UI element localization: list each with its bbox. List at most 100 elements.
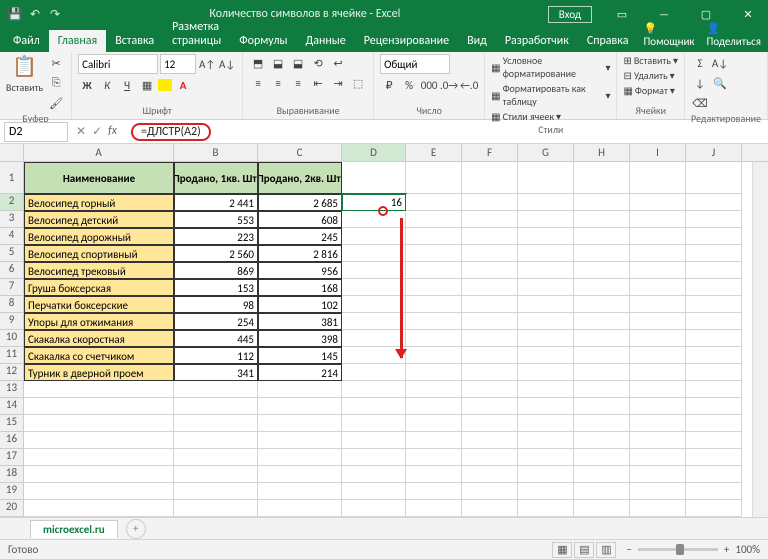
underline-icon[interactable]: Ч: [118, 76, 136, 94]
zoom-level[interactable]: 100%: [735, 543, 760, 556]
save-icon[interactable]: 💾: [8, 7, 22, 21]
window-title: Количество символов в ячейке - Excel: [62, 7, 548, 21]
align-center-icon[interactable]: ≡: [269, 74, 287, 92]
cut-icon[interactable]: ✂: [47, 54, 65, 72]
sort-icon[interactable]: A↓: [711, 54, 729, 72]
accept-formula-icon[interactable]: ✓: [92, 124, 102, 139]
col-header-d[interactable]: D: [342, 144, 406, 161]
currency-icon[interactable]: ₽: [380, 76, 398, 94]
copy-icon[interactable]: ⎘: [47, 74, 65, 92]
tab-home[interactable]: Главная: [49, 30, 106, 52]
fill-color-icon[interactable]: [158, 79, 172, 91]
formula-text: =ДЛСТР(A2): [131, 123, 211, 141]
col-header-i[interactable]: I: [630, 144, 686, 161]
clear-icon[interactable]: ⌫: [691, 94, 709, 112]
font-name-input[interactable]: [78, 54, 158, 74]
increase-decimal-icon[interactable]: .0→: [440, 76, 458, 94]
group-styles: ▦ Условное форматирование ▾ ▦ Форматиров…: [485, 52, 617, 119]
paste-label: Вставить: [6, 81, 43, 94]
login-button[interactable]: Вход: [548, 6, 592, 23]
share-button[interactable]: 👤 Поделиться: [701, 18, 768, 52]
tab-view[interactable]: Вид: [458, 30, 496, 52]
tab-help[interactable]: Справка: [578, 30, 638, 52]
border-icon[interactable]: ▦: [138, 76, 156, 94]
redo-icon[interactable]: ↷: [48, 7, 62, 21]
group-cells: ⊞ Вставить ▾ ⊟ Удалить ▾ ▦ Формат ▾ Ячей…: [617, 52, 685, 119]
format-painter-icon[interactable]: 🖌: [47, 94, 65, 112]
quick-access-toolbar: 💾 ↶ ↷: [0, 7, 62, 21]
formula-bar[interactable]: =ДЛСТР(A2): [127, 122, 768, 142]
col-header-c[interactable]: C: [258, 144, 342, 161]
tellme-button[interactable]: 💡 Помощник: [637, 18, 700, 52]
vertical-scrollbar[interactable]: [752, 162, 768, 517]
group-editing: ΣA↓ ↓🔍 ⌫ Редактирование: [685, 52, 768, 119]
status-bar: Готово ▦ ▤ ▥ − + 100%: [0, 539, 768, 559]
increase-font-icon[interactable]: A↑: [198, 55, 216, 73]
page-layout-view-icon[interactable]: ▤: [574, 542, 594, 558]
normal-view-icon[interactable]: ▦: [552, 542, 572, 558]
align-top-icon[interactable]: ⬒: [249, 54, 267, 72]
percent-icon[interactable]: %: [400, 76, 418, 94]
tab-formulas[interactable]: Формулы: [230, 30, 296, 52]
zoom-in-button[interactable]: +: [724, 543, 729, 556]
decrease-indent-icon[interactable]: ⇤: [309, 74, 327, 92]
col-header-a[interactable]: A: [24, 144, 174, 161]
find-icon[interactable]: 🔍: [711, 74, 729, 92]
insert-cells-button[interactable]: ⊞ Вставить ▾: [623, 54, 678, 67]
ribbon: 📋 Вставить ✂ ⎘ 🖌 Буфер обмена A↑ A↓ Ж К …: [0, 52, 768, 120]
new-sheet-button[interactable]: +: [126, 519, 146, 539]
increase-indent-icon[interactable]: ⇥: [329, 74, 347, 92]
decrease-font-icon[interactable]: A↓: [218, 55, 236, 73]
col-header-f[interactable]: F: [462, 144, 518, 161]
font-color-icon[interactable]: A: [174, 76, 192, 94]
undo-icon[interactable]: ↶: [28, 7, 42, 21]
decrease-decimal-icon[interactable]: ←.0: [460, 76, 478, 94]
col-header-g[interactable]: G: [518, 144, 574, 161]
col-header-e[interactable]: E: [406, 144, 462, 161]
tab-review[interactable]: Рецензирование: [355, 30, 458, 52]
comma-icon[interactable]: 000: [420, 76, 438, 94]
fill-handle-annotation: [378, 206, 388, 216]
orientation-icon[interactable]: ⟲: [309, 54, 327, 72]
align-middle-icon[interactable]: ⬓: [269, 54, 287, 72]
wrap-text-icon[interactable]: ↩: [329, 54, 347, 72]
ribbon-options-icon[interactable]: ▭: [602, 0, 642, 28]
drag-arrow-annotation: [400, 218, 403, 358]
autosum-icon[interactable]: Σ: [691, 54, 709, 72]
group-font: A↑ A↓ Ж К Ч ▦ A Шрифт: [72, 52, 243, 119]
col-header-b[interactable]: B: [174, 144, 258, 161]
cancel-formula-icon[interactable]: ✕: [76, 124, 86, 139]
bold-icon[interactable]: Ж: [78, 76, 96, 94]
select-all-corner[interactable]: [0, 144, 24, 161]
tab-developer[interactable]: Разработчик: [496, 30, 578, 52]
col-header-h[interactable]: H: [574, 144, 630, 161]
page-break-view-icon[interactable]: ▥: [596, 542, 616, 558]
tab-layout[interactable]: Разметка страницы: [163, 16, 230, 52]
paste-icon[interactable]: 📋: [12, 54, 37, 79]
delete-cells-button[interactable]: ⊟ Удалить ▾: [623, 69, 678, 82]
number-format-select[interactable]: [380, 54, 450, 74]
merge-icon[interactable]: ⬚: [349, 74, 367, 92]
tab-data[interactable]: Данные: [296, 30, 354, 52]
format-cells-button[interactable]: ▦ Формат ▾: [623, 84, 678, 97]
conditional-formatting-button[interactable]: ▦ Условное форматирование ▾: [491, 54, 610, 80]
fill-icon[interactable]: ↓: [691, 74, 709, 92]
format-as-table-button[interactable]: ▦ Форматировать как таблицу ▾: [491, 82, 610, 108]
col-header-j[interactable]: J: [686, 144, 742, 161]
align-left-icon[interactable]: ≡: [249, 74, 267, 92]
fx-icon[interactable]: fx: [108, 124, 117, 139]
zoom-out-button[interactable]: −: [626, 543, 631, 556]
group-clipboard: 📋 Вставить ✂ ⎘ 🖌 Буфер обмена: [0, 52, 72, 119]
font-size-input[interactable]: [160, 54, 196, 74]
tab-file[interactable]: Файл: [4, 30, 49, 52]
tab-insert[interactable]: Вставка: [106, 30, 163, 52]
sheet-tab-active[interactable]: microexcel.ru: [30, 520, 118, 538]
italic-icon[interactable]: К: [98, 76, 116, 94]
status-text: Готово: [8, 543, 38, 556]
align-right-icon[interactable]: ≡: [289, 74, 307, 92]
sheet-tabs-bar: microexcel.ru +: [0, 517, 768, 539]
name-box[interactable]: [4, 122, 68, 142]
zoom-slider[interactable]: [638, 548, 718, 551]
align-bottom-icon[interactable]: ⬓: [289, 54, 307, 72]
worksheet-grid[interactable]: A B C D E F G H I J 1НаименованиеПродано…: [0, 144, 768, 517]
